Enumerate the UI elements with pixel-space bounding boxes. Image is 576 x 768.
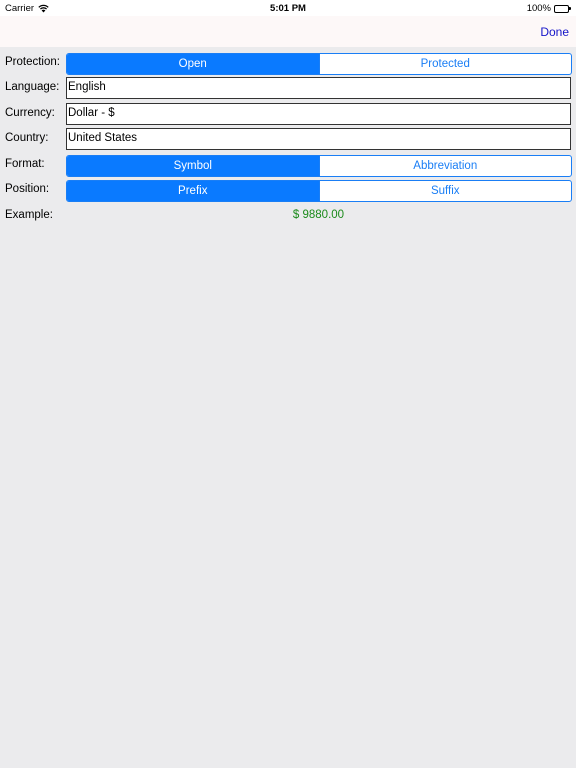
battery-indicator: 100% bbox=[527, 3, 572, 14]
language-label: Language: bbox=[5, 81, 60, 93]
format-segment-symbol[interactable]: Symbol bbox=[67, 156, 319, 176]
position-segment-prefix[interactable]: Prefix bbox=[67, 181, 319, 201]
navigation-bar: Done bbox=[0, 16, 576, 47]
format-segmented-control: Symbol Abbreviation bbox=[66, 155, 572, 177]
done-button[interactable]: Done bbox=[540, 25, 569, 39]
protection-segment-protected[interactable]: Protected bbox=[318, 54, 572, 74]
language-row: Language: English bbox=[0, 76, 576, 100]
protection-row: Protection: Open Protected bbox=[0, 51, 576, 75]
example-row: Example: $ 9880.00 bbox=[0, 204, 576, 228]
status-time: 5:01 PM bbox=[270, 3, 306, 14]
currency-label: Currency: bbox=[5, 107, 55, 119]
position-label: Position: bbox=[5, 183, 50, 195]
protection-segment-open[interactable]: Open bbox=[67, 54, 319, 74]
country-label: Country: bbox=[5, 132, 49, 144]
protection-segmented-control: Open Protected bbox=[66, 53, 572, 75]
position-segmented-control: Prefix Suffix bbox=[66, 180, 572, 202]
status-bar: Carrier 5:01 PM 100% bbox=[0, 0, 576, 16]
battery-icon bbox=[554, 4, 572, 13]
position-segment-suffix[interactable]: Suffix bbox=[318, 181, 572, 201]
position-row: Position: Prefix Suffix bbox=[0, 178, 576, 202]
example-label: Example: bbox=[5, 209, 53, 221]
example-value: $ 9880.00 bbox=[292, 209, 345, 221]
format-row: Format: Symbol Abbreviation bbox=[0, 153, 576, 177]
country-field[interactable]: United States bbox=[66, 128, 571, 150]
currency-row: Currency: Dollar - $ bbox=[0, 102, 576, 126]
country-row: Country: United States bbox=[0, 127, 576, 151]
protection-label: Protection: bbox=[5, 56, 60, 68]
language-field[interactable]: English bbox=[66, 77, 571, 99]
currency-field[interactable]: Dollar - $ bbox=[66, 103, 571, 125]
format-segment-abbreviation[interactable]: Abbreviation bbox=[318, 156, 572, 176]
format-label: Format: bbox=[5, 158, 45, 170]
battery-percent: 100% bbox=[526, 3, 551, 14]
